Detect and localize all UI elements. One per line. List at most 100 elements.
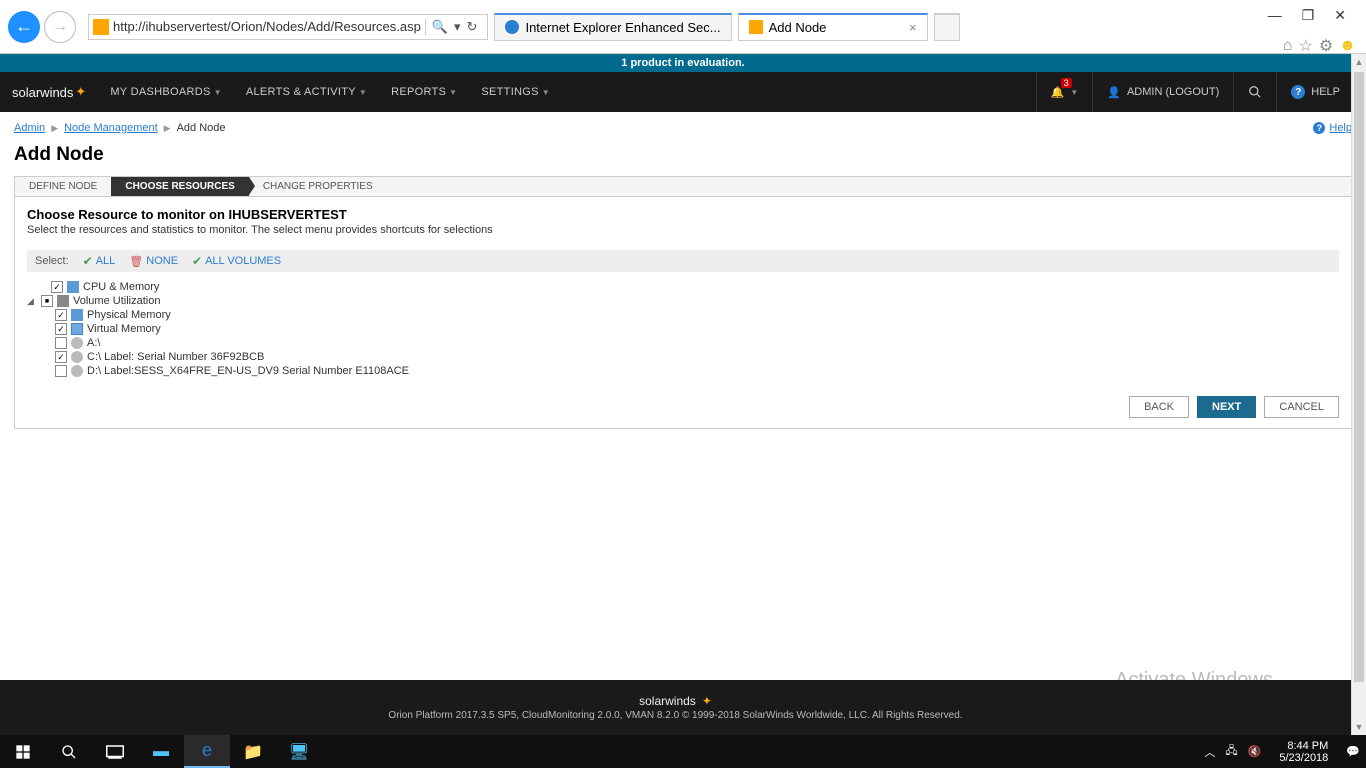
taskbar: ▬ e 📁 🖥 ︿ 🖧 🔇 8:44 PM 5/23/2018 💬 [0, 735, 1366, 768]
breadcrumb-node-mgmt[interactable]: Node Management [64, 122, 158, 134]
footer-logo: solarwinds ✦ [0, 694, 1351, 708]
check-icon: ✔ [192, 254, 202, 268]
next-button[interactable]: NEXT [1197, 396, 1256, 418]
action-row: BACK NEXT CANCEL [27, 396, 1339, 418]
user-menu[interactable]: 👤 ADMIN (LOGOUT) [1092, 72, 1233, 112]
select-none-button[interactable]: 🗑NONE [129, 255, 178, 268]
tree-label: C:\ Label: Serial Number 36F92BCB [87, 351, 264, 363]
tab-ie-security[interactable]: Internet Explorer Enhanced Sec... [494, 13, 731, 41]
url-bar[interactable]: http://ihubservertest/Orion/Nodes/Add/Re… [88, 14, 488, 40]
help-button[interactable]: ? HELP [1276, 72, 1354, 112]
emoji-icon[interactable]: ☻ [1339, 37, 1356, 55]
tree-label: Virtual Memory [87, 323, 161, 335]
taskbar-right: ︿ 🖧 🔇 8:44 PM 5/23/2018 💬 [1204, 740, 1366, 764]
checkbox-a[interactable] [55, 337, 67, 349]
wizard-step-properties[interactable]: CHANGE PROPERTIES [249, 177, 387, 196]
page-title: Add Node [14, 144, 1352, 166]
drive-icon [71, 365, 83, 377]
help-icon: ? [1291, 85, 1305, 99]
page-help-link[interactable]: ? Help [1313, 122, 1352, 134]
resource-tree: CPU & Memory ◢ Volume Utilization Physic… [27, 280, 1339, 378]
tab-add-node[interactable]: Add Node × [738, 13, 928, 41]
maximize-button[interactable]: ❐ [1302, 7, 1315, 24]
tree-row-c: C:\ Label: Serial Number 36F92BCB [27, 350, 1339, 364]
nav-dashboards[interactable]: MY DASHBOARDS▼ [110, 86, 222, 98]
site-icon [93, 19, 109, 35]
checkbox-c[interactable] [55, 351, 67, 363]
checkbox-d[interactable] [55, 365, 67, 377]
minimize-button[interactable]: — [1268, 7, 1282, 23]
back-button[interactable]: BACK [1129, 396, 1189, 418]
select-all-button[interactable]: ✔ALL [83, 254, 116, 268]
nav-settings[interactable]: SETTINGS▼ [481, 86, 550, 98]
breadcrumb-sep: ▶ [164, 123, 171, 134]
breadcrumb-admin[interactable]: Admin [14, 122, 45, 134]
start-button[interactable] [0, 735, 46, 768]
tray-up-icon[interactable]: ︿ [1204, 744, 1215, 760]
footer-logo-text: solarwinds [639, 694, 696, 708]
scrollbar[interactable]: ▲ ▼ [1351, 54, 1366, 735]
breadcrumb-sep: ▶ [51, 123, 58, 134]
forward-button[interactable]: → [44, 11, 76, 43]
dropdown-icon[interactable]: ▾ [454, 19, 461, 35]
cancel-button[interactable]: CANCEL [1264, 396, 1339, 418]
drive-icon [71, 337, 83, 349]
home-icon[interactable]: ⌂ [1283, 37, 1293, 55]
task-explorer[interactable]: 📁 [230, 735, 276, 768]
logo-icon: ✦ [75, 84, 86, 100]
tray-network-icon[interactable]: 🖧 [1225, 742, 1237, 761]
task-rdp[interactable]: 🖥 [276, 735, 322, 768]
notifications-button[interactable]: 🔔 3 ▼ [1036, 72, 1093, 112]
task-taskview[interactable] [92, 735, 138, 768]
tree-label: D:\ Label:SESS_X64FRE_EN-US_DV9 Serial N… [87, 365, 409, 377]
collapse-icon[interactable]: ◢ [27, 296, 37, 307]
tray-volume-icon[interactable]: 🔇 [1248, 745, 1262, 758]
refresh-icon[interactable]: ↻ [467, 19, 478, 35]
ie-icon [505, 20, 519, 34]
task-ie[interactable]: e [184, 735, 230, 768]
tree-row-pmem: Physical Memory [27, 308, 1339, 322]
wizard-step-define[interactable]: DEFINE NODE [15, 177, 111, 196]
user-label: ADMIN (LOGOUT) [1127, 86, 1219, 98]
tray-notifications-icon[interactable]: 💬 [1346, 745, 1360, 758]
favorites-icon[interactable]: ☆ [1298, 36, 1312, 56]
search-button[interactable] [1233, 72, 1276, 112]
logo[interactable]: solarwinds ✦ [12, 84, 86, 100]
trash-icon: 🗑 [129, 255, 143, 268]
task-server-manager[interactable]: ▬ [138, 735, 184, 768]
checkbox-volumes[interactable] [41, 295, 53, 307]
tree-label: A:\ [87, 337, 100, 349]
taskbar-clock[interactable]: 8:44 PM 5/23/2018 [1271, 740, 1336, 764]
eval-banner[interactable]: 1 product in evaluation. [0, 54, 1366, 72]
nav-alerts[interactable]: ALERTS & ACTIVITY▼ [246, 86, 367, 98]
scroll-up-icon[interactable]: ▲ [1352, 54, 1366, 70]
tree-label: Volume Utilization [73, 295, 160, 307]
cpu-icon [67, 281, 79, 293]
select-all-volumes-button[interactable]: ✔ALL VOLUMES [192, 254, 281, 268]
volume-icon [57, 295, 69, 307]
checkbox-pmem[interactable] [55, 309, 67, 321]
nav-reports[interactable]: REPORTS▼ [391, 86, 457, 98]
wizard-step-resources[interactable]: CHOOSE RESOURCES [111, 177, 248, 196]
tree-row-d: D:\ Label:SESS_X64FRE_EN-US_DV9 Serial N… [27, 364, 1339, 378]
help-text: Help [1329, 122, 1352, 134]
tree-row-vmem: Virtual Memory [27, 322, 1339, 336]
back-button[interactable]: ← [8, 11, 40, 43]
url-actions: 🔍 ▾ ↻ [425, 19, 484, 35]
checkbox-cpu[interactable] [51, 281, 63, 293]
search-icon[interactable]: 🔍 [432, 19, 448, 35]
settings-icon[interactable]: ⚙ [1319, 36, 1333, 56]
checkbox-vmem[interactable] [55, 323, 67, 335]
main-nav: solarwinds ✦ MY DASHBOARDS▼ ALERTS & ACT… [0, 72, 1366, 112]
new-tab-button[interactable] [934, 13, 960, 41]
close-button[interactable]: ✕ [1334, 7, 1346, 24]
clock-time: 8:44 PM [1279, 740, 1328, 752]
scroll-down-icon[interactable]: ▼ [1352, 719, 1366, 735]
task-search[interactable] [46, 735, 92, 768]
vmemory-icon [71, 323, 83, 335]
tab-label: Add Node [769, 20, 827, 35]
scroll-thumb[interactable] [1354, 72, 1364, 682]
solarwinds-icon [749, 20, 763, 34]
tree-label: CPU & Memory [83, 281, 159, 293]
tab-close-icon[interactable]: × [909, 20, 917, 35]
